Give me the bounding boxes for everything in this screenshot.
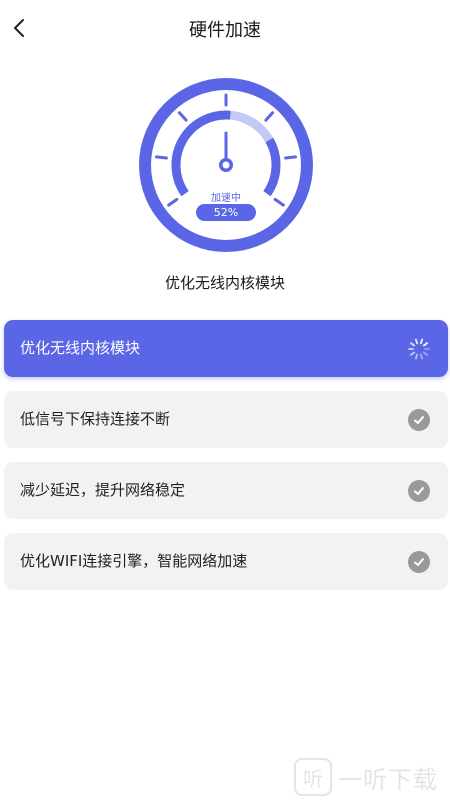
watermark-text: 一听下载 bbox=[338, 765, 438, 794]
task-list: 优化无线内核模块 低信号下保持连接不断 减少延迟，提升网络稳定 优化WIFI连接… bbox=[4, 320, 448, 604]
progress-percent-badge: 52% bbox=[196, 204, 256, 221]
check-circle-icon bbox=[407, 408, 431, 432]
task-label: 低信号下保持连接不断 bbox=[20, 410, 171, 428]
gauge-status-label: 加速中 bbox=[211, 193, 241, 204]
task-label: 优化WIFI连接引擎，智能网络加速 bbox=[20, 552, 248, 570]
task-label: 减少延迟，提升网络稳定 bbox=[20, 481, 186, 499]
header: 硬件加速 bbox=[0, 0, 450, 56]
task-item-keep-connection: 低信号下保持连接不断 bbox=[4, 391, 448, 448]
spinner-icon bbox=[407, 337, 431, 361]
check-circle-icon bbox=[407, 550, 431, 574]
task-item-reduce-latency: 减少延迟，提升网络稳定 bbox=[4, 462, 448, 519]
speedometer-icon bbox=[139, 78, 313, 252]
current-module-title: 优化无线内核模块 bbox=[164, 274, 285, 292]
check-circle-icon bbox=[407, 479, 431, 503]
watermark-icon: 听 bbox=[294, 758, 332, 796]
watermark-logo: 听 一听下载 bbox=[294, 758, 438, 796]
task-item-wifi-engine: 优化WIFI连接引擎，智能网络加速 bbox=[4, 533, 448, 590]
task-item-optimize-kernel: 优化无线内核模块 bbox=[4, 320, 448, 377]
task-label: 优化无线内核模块 bbox=[20, 339, 141, 357]
speed-gauge: 加速中 52% bbox=[138, 77, 314, 253]
page-title: 硬件加速 bbox=[189, 20, 261, 41]
